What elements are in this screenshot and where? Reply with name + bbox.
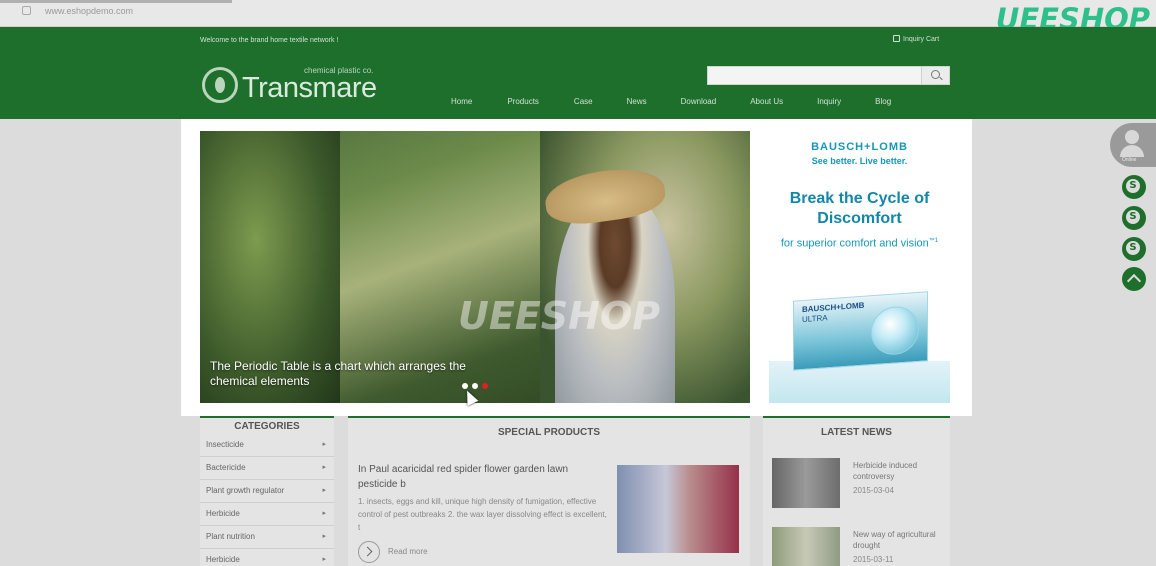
category-label: Insecticide bbox=[206, 440, 244, 449]
slider-dot-3-active[interactable] bbox=[482, 383, 488, 389]
category-item[interactable]: Herbicide ▸ bbox=[200, 549, 334, 566]
latest-news-title: LATEST NEWS bbox=[763, 416, 950, 446]
cart-icon bbox=[893, 35, 900, 42]
nav-download[interactable]: Download bbox=[681, 97, 717, 106]
contact-lens-image bbox=[871, 304, 919, 357]
product-image[interactable] bbox=[617, 465, 739, 553]
inquiry-cart-link[interactable]: Inquiry Cart bbox=[893, 35, 939, 43]
user-body-icon bbox=[1120, 145, 1144, 157]
category-label: Herbicide bbox=[206, 555, 240, 564]
news-thumbnail[interactable] bbox=[772, 458, 840, 508]
ad-slogan: See better. Live better. bbox=[811, 156, 908, 166]
skype-icon[interactable] bbox=[1122, 237, 1146, 261]
arrow-right-icon: ▸ bbox=[322, 533, 326, 540]
main-nav: Home Products Case News Download About U… bbox=[451, 97, 891, 106]
inquiry-cart-label: Inquiry Cart bbox=[903, 36, 940, 43]
browser-tab-strip bbox=[0, 0, 232, 3]
advertisement-banner[interactable]: BAUSCH+LOMB See better. Live better. Bre… bbox=[769, 131, 950, 403]
news-title[interactable]: Herbicide induced controversy bbox=[853, 460, 943, 482]
slide-watermark: UEESHOP bbox=[458, 294, 661, 338]
categories-title: CATEGORIES bbox=[200, 416, 334, 434]
back-to-top-icon[interactable] bbox=[1122, 267, 1146, 291]
categories-panel: CATEGORIES Insecticide ▸ Bactericide ▸ Pla… bbox=[200, 416, 334, 566]
site-header: Welcome to the brand home textile networ… bbox=[0, 27, 1156, 119]
address-url[interactable]: www.eshopdemo.com bbox=[22, 6, 133, 16]
nav-blog[interactable]: Blog bbox=[875, 97, 891, 106]
ad-brand: BAUSCH+LOMB bbox=[811, 141, 908, 153]
news-date: 2015-03-04 bbox=[853, 486, 894, 495]
url-text: www.eshopdemo.com bbox=[45, 6, 134, 16]
read-more-label: Read more bbox=[388, 547, 428, 557]
slider-pagination bbox=[462, 383, 492, 389]
category-label: Bactericide bbox=[206, 463, 246, 472]
nav-about-us[interactable]: About Us bbox=[750, 97, 783, 106]
arrow-right-icon: ▸ bbox=[322, 464, 326, 471]
box-brand: BAUSCH+LOMB bbox=[802, 300, 865, 315]
category-label: Plant growth regulator bbox=[206, 486, 285, 495]
special-products-panel: SPECIAL PRODUCTS In Paul acaricidal red … bbox=[348, 416, 750, 566]
ad-subtext: for superior comfort and vision™1 bbox=[779, 234, 940, 252]
news-title[interactable]: New way of agricultural drought bbox=[853, 529, 943, 551]
nav-case[interactable]: Case bbox=[574, 97, 593, 106]
ad-headline: Break the Cycle of Discomfort bbox=[789, 190, 930, 227]
category-item[interactable]: Plant nutrition ▸ bbox=[200, 526, 334, 549]
welcome-text: Welcome to the brand home textile networ… bbox=[200, 37, 339, 44]
user-head-icon bbox=[1125, 130, 1139, 144]
page-icon bbox=[22, 6, 31, 15]
category-label: Plant nutrition bbox=[206, 532, 255, 541]
site-logo[interactable]: chemical plastic co. Transmare bbox=[202, 66, 392, 107]
nav-inquiry[interactable]: Inquiry bbox=[817, 97, 841, 106]
category-item[interactable]: Plant growth regulator ▸ bbox=[200, 480, 334, 503]
category-item[interactable]: Insecticide ▸ bbox=[200, 434, 334, 457]
skype-icon[interactable] bbox=[1122, 175, 1146, 199]
arrow-right-icon: ▸ bbox=[322, 487, 326, 494]
read-more-link[interactable]: Read more bbox=[358, 541, 428, 563]
contact-lens-box: BAUSCH+LOMB ULTRA bbox=[793, 291, 928, 371]
logo-drop-icon bbox=[202, 67, 238, 103]
slider-dot-1[interactable] bbox=[462, 383, 468, 389]
search-icon[interactable] bbox=[921, 67, 949, 84]
nav-products[interactable]: Products bbox=[507, 97, 539, 106]
banner-slide[interactable]: UEESHOP The Periodic Table is a chart wh… bbox=[200, 131, 750, 403]
ad-sub-text: for superior comfort and vision bbox=[780, 237, 929, 250]
product-title[interactable]: In Paul acaricidal red spider flower gar… bbox=[358, 462, 598, 492]
news-date: 2015-03-11 bbox=[853, 555, 894, 564]
nav-home[interactable]: Home bbox=[451, 97, 472, 106]
category-label: Herbicide bbox=[206, 509, 240, 518]
special-products-title: SPECIAL PRODUCTS bbox=[348, 416, 750, 446]
box-product-name: ULTRA bbox=[802, 313, 828, 325]
latest-news-panel: LATEST NEWS Herbicide induced controvers… bbox=[763, 416, 950, 566]
search-input[interactable] bbox=[707, 66, 950, 85]
online-service-avatar[interactable]: Online bbox=[1110, 123, 1156, 167]
arrow-right-icon bbox=[358, 541, 380, 563]
category-item[interactable]: Bactericide ▸ bbox=[200, 457, 334, 480]
arrow-right-icon: ▸ bbox=[322, 510, 326, 517]
logo-name: Transmare bbox=[242, 72, 377, 104]
arrow-right-icon: ▸ bbox=[322, 441, 326, 448]
category-item[interactable]: Herbicide ▸ bbox=[200, 503, 334, 526]
skype-icon[interactable] bbox=[1122, 206, 1146, 230]
nav-news[interactable]: News bbox=[627, 97, 647, 106]
ad-trademark: ™1 bbox=[928, 238, 939, 244]
arrow-right-icon: ▸ bbox=[322, 556, 326, 563]
product-description: 1. insects, eggs and kill, unique high d… bbox=[358, 497, 607, 532]
avatar-label: Online bbox=[1122, 157, 1137, 163]
browser-address-bar: www.eshopdemo.com bbox=[0, 0, 1156, 27]
news-thumbnail[interactable] bbox=[772, 527, 840, 566]
